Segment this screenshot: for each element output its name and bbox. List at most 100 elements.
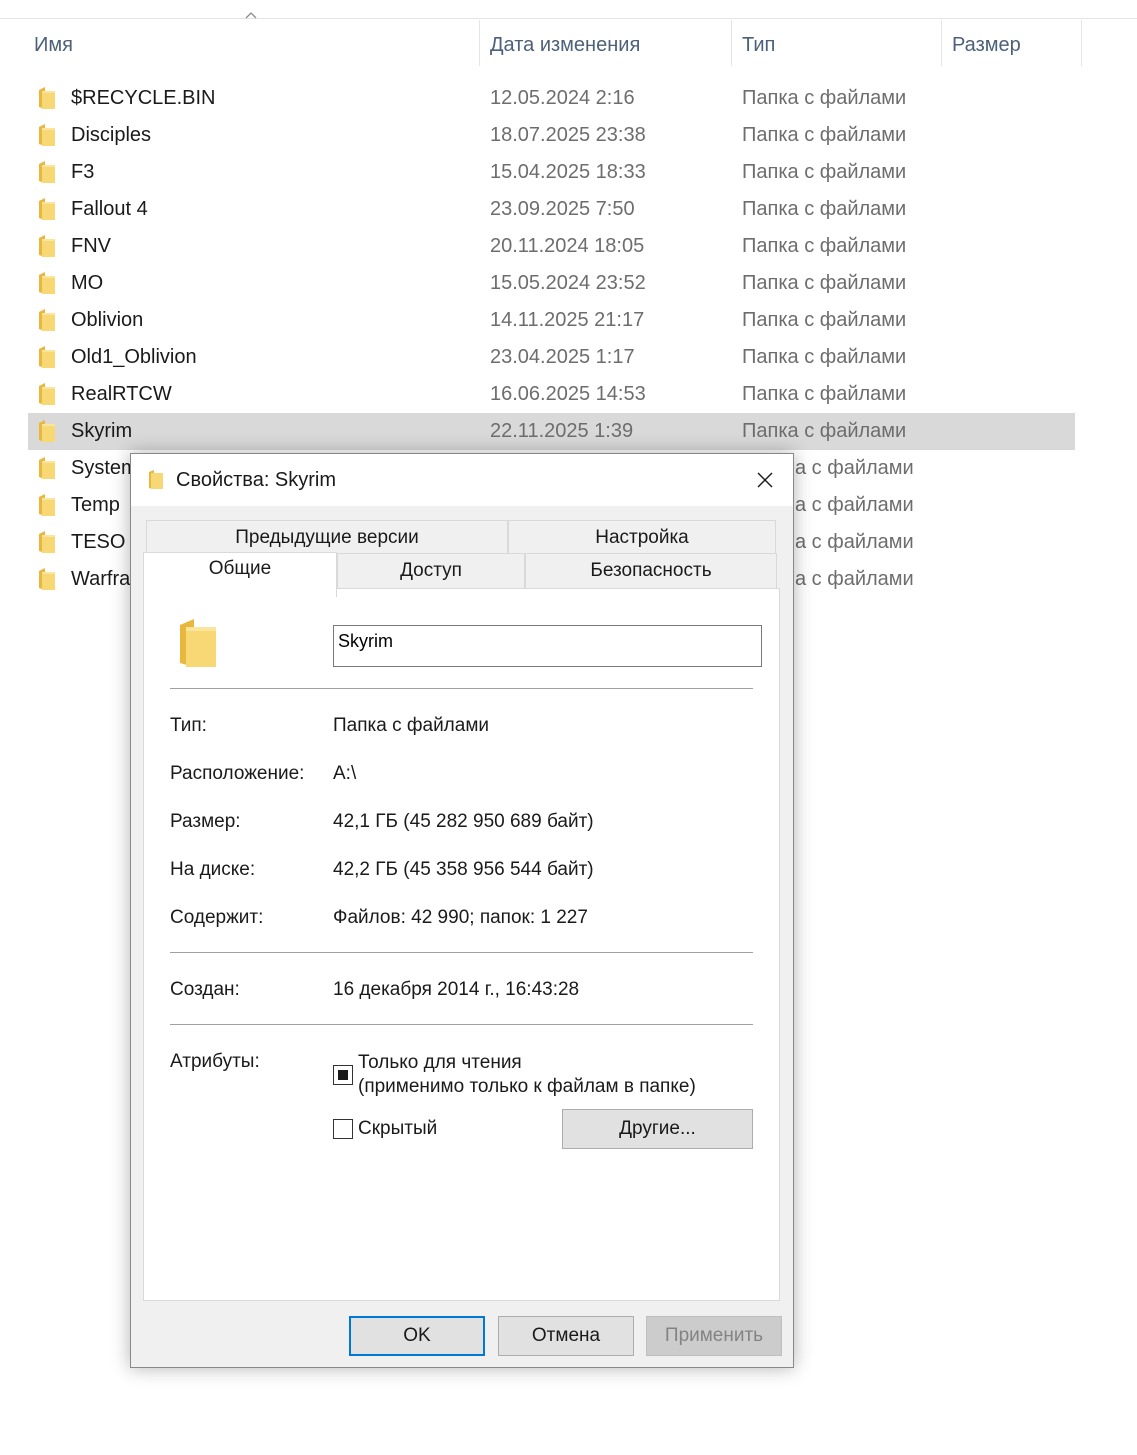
file-type: Папка с файлами: [742, 383, 907, 405]
type-label: Тип:: [170, 715, 207, 736]
file-row[interactable]: Fallout 4 23.09.2025 7:50 Папка с файлами: [28, 191, 1075, 228]
file-name: Old1_Oblivion: [71, 346, 197, 368]
hidden-label[interactable]: Скрытый: [358, 1117, 437, 1141]
file-row[interactable]: FNV 20.11.2024 18:05 Папка с файлами: [28, 228, 1075, 265]
file-type: Папка с файлами: [742, 346, 907, 368]
column-divider[interactable]: [479, 20, 480, 66]
file-type: Папка с файлами: [742, 309, 907, 331]
folder-icon: [38, 123, 56, 147]
file-row[interactable]: Oblivion 14.11.2025 21:17 Папка с файлами: [28, 302, 1075, 339]
file-type: а с файлами: [795, 568, 914, 590]
divider: [170, 952, 753, 953]
file-type: Папка с файлами: [742, 198, 907, 220]
file-name: F3: [71, 161, 95, 183]
file-row[interactable]: Old1_Oblivion 23.04.2025 1:17 Папка с файл…: [28, 339, 1075, 376]
readonly-note: (применимо только к файлам в папке): [358, 1076, 696, 1097]
indeterminate-mark: [338, 1070, 348, 1080]
column-header-name[interactable]: Имя: [28, 28, 478, 66]
folder-icon: [38, 271, 56, 295]
file-type: а с файлами: [795, 494, 914, 516]
file-row[interactable]: MO 15.05.2024 23:52 Папка с файлами: [28, 265, 1075, 302]
file-type: а с файлами: [795, 457, 914, 479]
file-date: 12.05.2024 2:16: [490, 87, 635, 109]
file-name: System: [71, 457, 138, 479]
file-name: Oblivion: [71, 309, 144, 331]
location-label: Расположение:: [170, 763, 305, 784]
column-header-size[interactable]: Размер: [946, 28, 1080, 66]
file-name: RealRTCW: [71, 383, 172, 405]
hidden-checkbox[interactable]: [333, 1119, 353, 1139]
dialog-titlebar[interactable]: Свойства: Skyrim: [131, 454, 793, 506]
folder-icon: [38, 456, 56, 480]
file-row[interactable]: RealRTCW 16.06.2025 14:53 Папка с файлами: [28, 376, 1075, 413]
file-name: TESO: [71, 531, 126, 553]
ok-button[interactable]: OK: [349, 1316, 485, 1356]
file-name: MO: [71, 272, 104, 294]
created-label: Создан:: [170, 979, 240, 1000]
attributes-label: Атрибуты:: [170, 1051, 260, 1072]
file-date: 23.04.2025 1:17: [490, 346, 635, 368]
created-value: 16 декабря 2014 г., 16:43:28: [333, 979, 580, 1000]
folder-icon: [38, 308, 56, 332]
tab-previous-versions[interactable]: Предыдущие версии: [146, 520, 508, 554]
tab-security[interactable]: Безопасность: [525, 553, 777, 589]
chevron-up-icon: [245, 12, 257, 19]
readonly-label[interactable]: Только для чтения: [358, 1051, 522, 1075]
folder-icon: [38, 345, 56, 369]
file-row[interactable]: Skyrim 22.11.2025 1:39 Папка с файлами: [28, 413, 1075, 450]
size-value: 42,1 ГБ (45 282 950 689 байт): [333, 811, 594, 832]
file-type: Папка с файлами: [742, 420, 907, 442]
column-header-type[interactable]: Тип: [736, 28, 940, 66]
folder-icon: [38, 197, 56, 221]
contains-label: Содержит:: [170, 907, 264, 928]
general-tab-panel: Skyrim Тип: Папка с файлами Расположение…: [143, 588, 780, 1301]
folder-icon: [38, 419, 56, 443]
tab-sharing[interactable]: Доступ: [337, 553, 525, 589]
file-type: а с файлами: [795, 531, 914, 553]
column-divider[interactable]: [731, 20, 732, 66]
dialog-title: Свойства: Skyrim: [176, 469, 337, 491]
file-date: 22.11.2025 1:39: [490, 420, 634, 442]
tab-customize[interactable]: Настройка: [508, 520, 776, 554]
folder-icon: [38, 86, 56, 110]
folder-icon: [38, 382, 56, 406]
advanced-attributes-button[interactable]: Другие...: [562, 1109, 753, 1149]
file-date: 14.11.2025 21:17: [490, 309, 645, 331]
close-icon: [757, 472, 773, 488]
properties-dialog: Свойства: Skyrim Предыдущие версии Настр…: [130, 453, 794, 1368]
file-date: 15.05.2024 23:52: [490, 272, 646, 294]
header-top-divider: [0, 18, 1137, 19]
file-type: Папка с файлами: [742, 124, 907, 146]
readonly-checkbox[interactable]: [333, 1065, 353, 1085]
size-on-disk-label: На диске:: [170, 859, 256, 880]
file-name: $RECYCLE.BIN: [71, 87, 216, 109]
folder-icon: [38, 493, 56, 517]
size-label: Размер:: [170, 811, 241, 832]
folder-name-input[interactable]: Skyrim: [333, 625, 762, 667]
column-header-date[interactable]: Дата изменения: [484, 28, 730, 66]
column-divider[interactable]: [941, 20, 942, 66]
file-date: 15.04.2025 18:33: [490, 161, 646, 183]
column-divider[interactable]: [1081, 20, 1082, 66]
divider: [170, 688, 753, 689]
contains-value: Файлов: 42 990; папок: 1 227: [333, 907, 588, 928]
location-value: A:\: [333, 763, 357, 784]
apply-button[interactable]: Применить: [646, 1316, 782, 1356]
tab-general[interactable]: Общие: [143, 552, 337, 597]
close-button[interactable]: [743, 460, 787, 500]
file-name: Skyrim: [71, 420, 133, 442]
file-name: Warfra: [71, 568, 131, 590]
file-row[interactable]: $RECYCLE.BIN 12.05.2024 2:16 Папка с файла…: [28, 80, 1075, 117]
folder-icon: [38, 234, 56, 258]
cancel-button[interactable]: Отмена: [498, 1316, 634, 1356]
file-row[interactable]: Disciples 18.07.2025 23:38 Папка с файлами: [28, 117, 1075, 154]
file-row[interactable]: F3 15.04.2025 18:33 Папка с файлами: [28, 154, 1075, 191]
file-name: Temp: [71, 494, 120, 516]
folder-icon: [38, 160, 56, 184]
file-date: 18.07.2025 23:38: [490, 124, 646, 146]
file-date: 23.09.2025 7:50: [490, 198, 635, 220]
folder-icon: [149, 470, 163, 489]
divider: [170, 1024, 753, 1025]
size-on-disk-value: 42,2 ГБ (45 358 956 544 байт): [333, 859, 594, 880]
type-value: Папка с файлами: [333, 715, 490, 736]
